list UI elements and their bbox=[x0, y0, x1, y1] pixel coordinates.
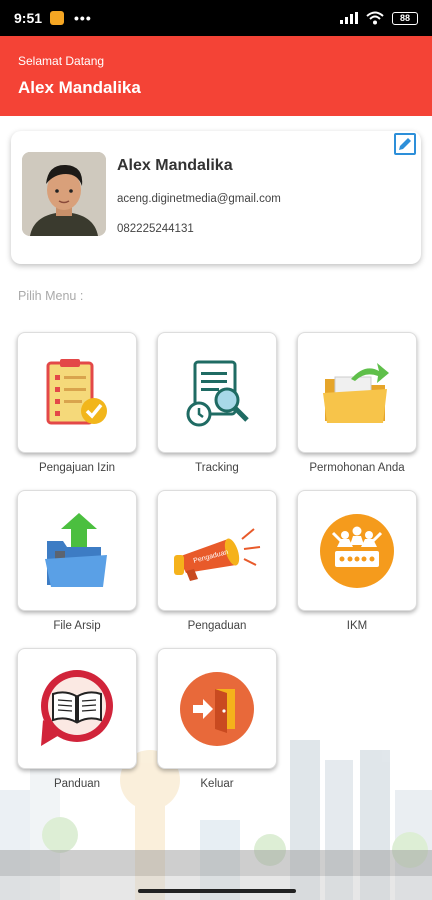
greeting-text: Selamat Datang bbox=[18, 54, 105, 68]
menu-item-label: Permohonan Anda bbox=[309, 462, 405, 474]
ikm-rating-icon bbox=[320, 513, 394, 588]
profile-card: Alex Mandalika aceng.diginetmedia@gmail.… bbox=[11, 131, 421, 264]
menu-tile[interactable] bbox=[297, 490, 417, 611]
menu-item-label: Panduan bbox=[53, 778, 101, 790]
folder-upload-icon bbox=[45, 512, 107, 587]
menu-item-permohonan-anda[interactable]: Permohonan Anda bbox=[296, 332, 418, 474]
menu-item-label: Keluar bbox=[200, 778, 234, 790]
clipboard-checklist-icon bbox=[46, 358, 107, 424]
menu-section-title: Pilih Menu : bbox=[18, 289, 84, 303]
menu-item-pengaduan[interactable]: Pengaduan Pengaduan bbox=[156, 490, 278, 632]
menu-item-panduan[interactable]: Panduan bbox=[16, 648, 138, 790]
wifi-icon bbox=[366, 11, 384, 25]
exit-door-icon bbox=[180, 671, 254, 746]
menu-tile[interactable] bbox=[17, 490, 137, 611]
menu-tile[interactable] bbox=[157, 332, 277, 453]
home-indicator[interactable] bbox=[138, 889, 296, 893]
megaphone-icon: Pengaduan bbox=[174, 527, 261, 581]
menu-tile[interactable] bbox=[157, 648, 277, 769]
header-user-name: Alex Mandalika bbox=[18, 78, 141, 97]
menu-item-ikm[interactable]: IKM bbox=[296, 490, 418, 632]
folder-share-icon bbox=[323, 362, 389, 423]
status-time: 9:51 bbox=[14, 10, 43, 26]
profile-phone: 082225244131 bbox=[117, 223, 194, 235]
menu-item-file-arsip[interactable]: File Arsip bbox=[16, 490, 138, 632]
menu-item-label: File Arsip bbox=[53, 620, 101, 632]
menu-tile[interactable] bbox=[297, 332, 417, 453]
edit-profile-button[interactable] bbox=[394, 133, 416, 155]
app-header: Selamat Datang Alex Mandalika bbox=[0, 36, 432, 116]
document-search-icon bbox=[186, 360, 249, 426]
profile-email: aceng.diginetmedia@gmail.com bbox=[117, 193, 281, 205]
pencil-icon bbox=[399, 138, 411, 150]
signal-icon bbox=[340, 12, 358, 24]
menu-item-label: IKM bbox=[346, 620, 368, 632]
more-notifications-icon: ••• bbox=[74, 10, 92, 26]
menu-item-label: Pengaduan bbox=[187, 620, 247, 632]
menu-item-keluar[interactable]: Keluar bbox=[156, 648, 278, 790]
menu-tile[interactable] bbox=[17, 648, 137, 769]
book-guide-icon bbox=[41, 669, 113, 746]
menu-item-label: Tracking bbox=[195, 462, 239, 474]
menu-item-pengajuan-izin[interactable]: Pengajuan Izin bbox=[16, 332, 138, 474]
menu-tile[interactable] bbox=[17, 332, 137, 453]
battery-icon: 88 bbox=[392, 11, 418, 25]
menu-item-tracking[interactable]: Tracking bbox=[156, 332, 278, 474]
menu-item-label: Pengajuan Izin bbox=[38, 462, 116, 474]
avatar bbox=[22, 152, 106, 236]
menu-tile[interactable]: Pengaduan bbox=[157, 490, 277, 611]
status-bar: 9:51 ••• 88 bbox=[0, 0, 432, 36]
profile-name: Alex Mandalika bbox=[117, 157, 233, 174]
notification-icon bbox=[50, 11, 65, 25]
